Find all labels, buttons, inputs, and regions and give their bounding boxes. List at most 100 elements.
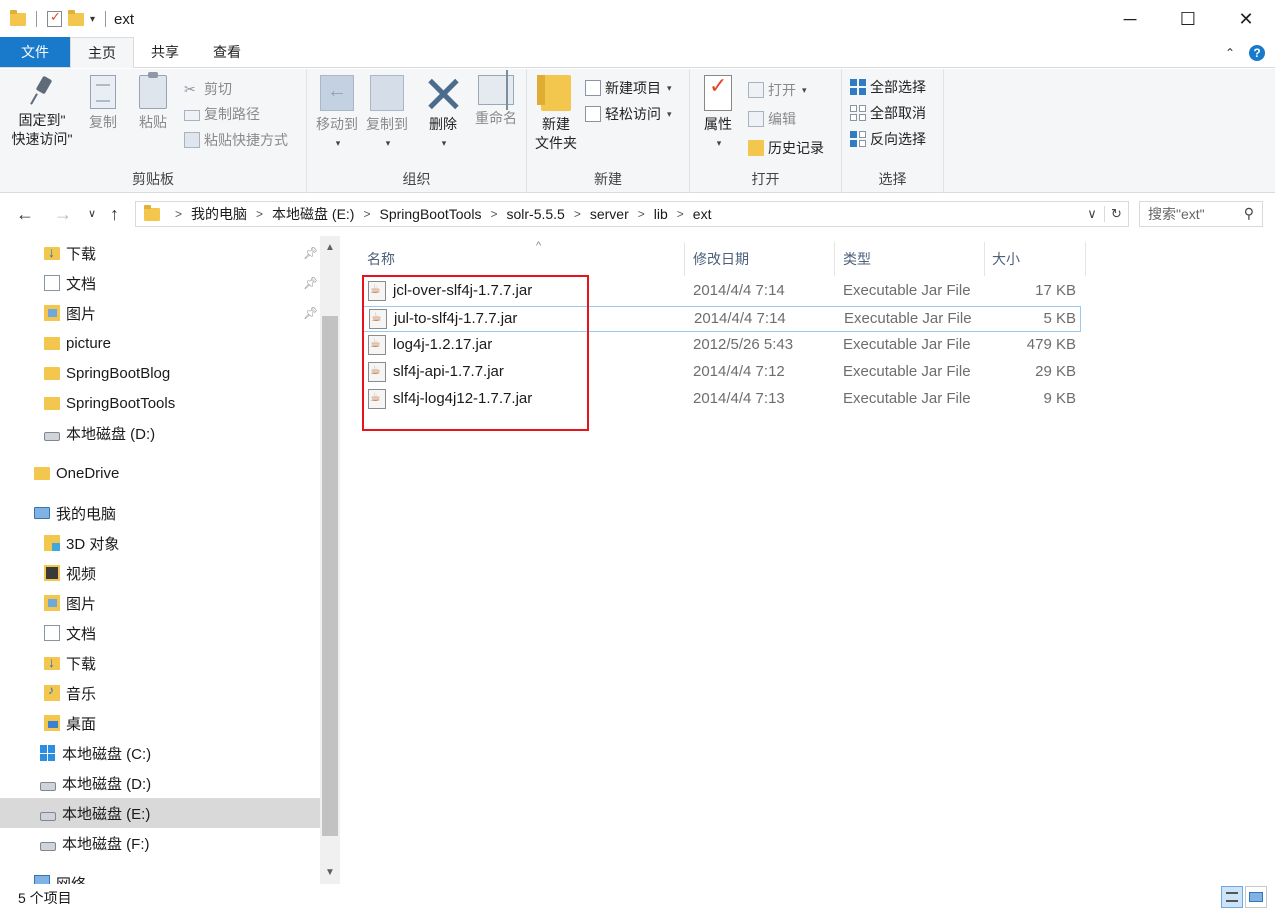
rename-button[interactable]: 重命名	[471, 70, 521, 128]
select-none-button[interactable]: 全部取消	[850, 103, 926, 123]
breadcrumb-item[interactable]: solr-5.5.5	[506, 206, 564, 222]
new-item-button[interactable]: 新建项目 ▾	[585, 78, 672, 98]
edit-button[interactable]: 编辑	[748, 109, 796, 129]
sidebar-item-drive-e[interactable]: 本地磁盘 (E:)	[0, 798, 320, 828]
column-header-date[interactable]: 修改日期	[687, 242, 835, 276]
sidebar-item-music[interactable]: 音乐	[44, 678, 96, 708]
move-to-button[interactable]: 移动到 ▾	[313, 75, 361, 153]
scroll-down-icon[interactable]: ▼	[320, 867, 340, 878]
ribbon: 固定到" 快速访问" 复制 粘贴 ✂ 剪切 复制路径 粘贴快捷方式 剪贴板 移动…	[0, 69, 1275, 193]
new-folder-icon[interactable]	[68, 9, 84, 26]
pin-quick-access-button[interactable]: 固定到" 快速访问"	[8, 75, 76, 149]
breadcrumb-item[interactable]: SpringBootTools	[380, 206, 482, 222]
easy-access-button[interactable]: 轻松访问 ▾	[585, 104, 672, 124]
sidebar-item-drive-d[interactable]: 本地磁盘 (D:)	[44, 418, 155, 448]
sidebar-item-springbootblog[interactable]: SpringBootBlog	[44, 358, 170, 388]
sidebar-scrollbar[interactable]: ▲ ▼	[320, 236, 340, 884]
properties-button[interactable]: 属性 ▾	[698, 75, 738, 153]
sidebar-item-pictures-pc[interactable]: 图片	[44, 588, 96, 618]
invert-selection-button[interactable]: 反向选择	[850, 129, 926, 149]
file-size: 9 KB	[1043, 390, 1076, 407]
sidebar-item-3d-objects[interactable]: 3D 对象	[44, 528, 119, 558]
chevron-down-icon: ▾	[667, 82, 672, 93]
sidebar-item-label: 本地磁盘 (F:)	[62, 835, 150, 853]
up-arrow-icon[interactable]: ↑	[110, 204, 119, 225]
sidebar-item-desktop[interactable]: 桌面	[44, 708, 96, 738]
back-arrow-icon[interactable]: ←	[16, 204, 34, 225]
paste-button[interactable]: 粘贴	[134, 72, 172, 132]
sidebar-item-drive-f[interactable]: 本地磁盘 (F:)	[40, 828, 150, 858]
column-header-name[interactable]: 名称 ^	[361, 240, 685, 276]
sidebar-item-label: 网络	[56, 875, 87, 885]
sidebar-item-picture[interactable]: picture	[44, 328, 111, 358]
sidebar-item-drive-c[interactable]: 本地磁盘 (C:)	[40, 738, 151, 768]
open-button[interactable]: 打开 ▾	[748, 80, 807, 100]
sidebar-item-this-pc[interactable]: 我的电脑	[34, 498, 116, 528]
scrollbar-thumb[interactable]	[322, 316, 338, 836]
breadcrumb-separator: >	[573, 207, 581, 221]
copy-button[interactable]: 复制	[84, 75, 122, 132]
view-switcher	[1221, 886, 1267, 908]
search-icon[interactable]: ⚲	[1244, 205, 1254, 222]
breadcrumb-item[interactable]: server	[590, 206, 629, 222]
copy-to-icon	[370, 75, 404, 111]
sidebar-item-pictures[interactable]: 图片	[44, 298, 96, 328]
chevron-up-icon[interactable]: ⌃	[1225, 46, 1235, 60]
cut-button[interactable]: ✂ 剪切	[184, 79, 232, 99]
close-button[interactable]: ✕	[1217, 0, 1275, 38]
sidebar-item-documents-pc[interactable]: 文档	[44, 618, 96, 648]
new-folder-button[interactable]: 新建 文件夹	[531, 75, 581, 153]
delete-button[interactable]: 删除 ▾	[423, 75, 463, 153]
tab-home[interactable]: 主页	[70, 37, 134, 68]
navigation-pane: 下载 📌︎ 文档 📌︎ 图片 📌︎ picture SpringBootBlog…	[0, 236, 340, 884]
file-type: Executable Jar File	[843, 336, 971, 353]
select-all-button[interactable]: 全部选择	[850, 77, 926, 97]
breadcrumb-separator: >	[676, 207, 684, 221]
large-icons-view-icon[interactable]	[1245, 886, 1267, 908]
search-input[interactable]: 搜索"ext" ⚲	[1139, 201, 1263, 227]
customize-toolbar-icon[interactable]: ▾	[90, 14, 95, 25]
pin-icon[interactable]: 📌︎	[303, 246, 318, 260]
copy-path-button[interactable]: 复制路径	[184, 104, 260, 124]
chevron-down-icon: ▾	[441, 138, 447, 148]
sidebar-item-downloads-pc[interactable]: 下载	[44, 648, 96, 678]
tab-file[interactable]: 文件	[0, 37, 70, 67]
sidebar-item-documents[interactable]: 文档	[44, 268, 96, 298]
forward-arrow-icon[interactable]: →	[54, 204, 72, 225]
easy-access-label: 轻松访问	[605, 106, 661, 122]
clipboard-group: 固定到" 快速访问" 复制 粘贴 ✂ 剪切 复制路径 粘贴快捷方式 剪贴板	[0, 69, 307, 193]
sidebar-item-drive-d-pc[interactable]: 本地磁盘 (D:)	[40, 768, 151, 798]
sidebar-item-downloads[interactable]: 下载	[44, 238, 96, 268]
details-view-icon[interactable]	[1221, 886, 1243, 908]
tab-view[interactable]: 查看	[196, 37, 258, 67]
paste-shortcut-button[interactable]: 粘贴快捷方式	[184, 130, 288, 150]
pin-icon[interactable]: 📌︎	[303, 306, 318, 320]
breadcrumb-item[interactable]: 我的电脑	[191, 204, 247, 224]
column-header-size[interactable]: 大小	[986, 242, 1086, 276]
music-icon	[44, 683, 60, 701]
help-icon[interactable]: ?	[1249, 45, 1265, 61]
address-bar[interactable]: > 我的电脑 > 本地磁盘 (E:) > SpringBootTools > s…	[135, 201, 1129, 227]
properties-icon[interactable]	[47, 9, 62, 27]
maximize-button[interactable]: ☐	[1159, 0, 1217, 38]
sidebar-item-network[interactable]: 网络	[34, 868, 86, 884]
copy-to-label: 复制到	[366, 116, 408, 132]
download-folder-icon	[44, 654, 60, 670]
sidebar-item-springboottools[interactable]: SpringBootTools	[44, 388, 175, 418]
minimize-button[interactable]: ─	[1101, 0, 1159, 38]
pin-icon[interactable]: 📌︎	[303, 276, 318, 290]
breadcrumb-item[interactable]: 本地磁盘 (E:)	[272, 204, 354, 224]
file-date: 2014/4/4 7:13	[693, 390, 785, 407]
recent-locations-icon[interactable]: ∨	[88, 207, 96, 220]
chevron-down-icon[interactable]: ∨	[1080, 206, 1104, 222]
sidebar-item-onedrive[interactable]: OneDrive	[34, 458, 119, 488]
refresh-icon[interactable]: ↻	[1104, 206, 1128, 222]
tab-share[interactable]: 共享	[134, 37, 196, 67]
sidebar-item-videos[interactable]: 视频	[44, 558, 96, 588]
history-button[interactable]: 历史记录	[748, 138, 824, 158]
breadcrumb-item[interactable]: lib	[654, 206, 668, 222]
copy-to-button[interactable]: 复制到 ▾	[363, 75, 411, 153]
scroll-up-icon[interactable]: ▲	[320, 242, 340, 253]
column-header-type[interactable]: 类型	[837, 242, 985, 276]
breadcrumb-item[interactable]: ext	[693, 206, 712, 222]
